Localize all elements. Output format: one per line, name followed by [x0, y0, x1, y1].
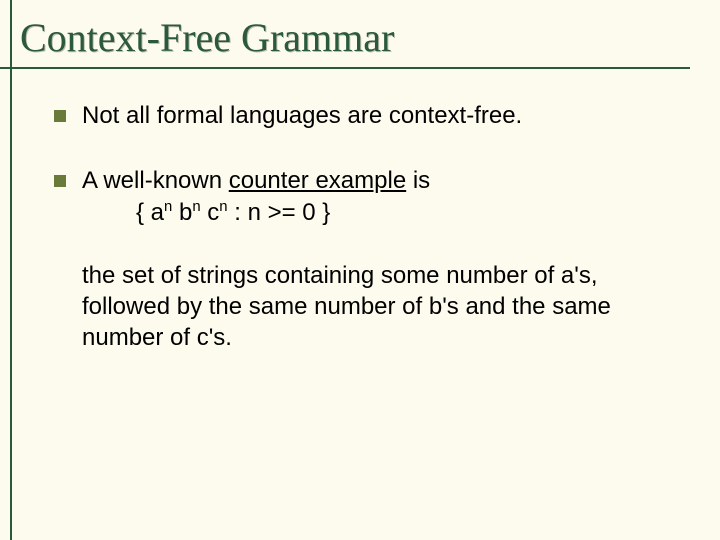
list-item: Not all formal languages are context-fre…: [54, 101, 666, 132]
formula-line: { an bn cn : n >= 0 }: [82, 198, 666, 229]
bullet-2-underlined: counter example: [229, 167, 406, 194]
bullet-2-lead: A well-known: [82, 167, 229, 194]
title-underline: [0, 67, 690, 69]
formula-sup: n: [219, 199, 227, 215]
slide-title: Context-Free Grammar: [20, 14, 700, 61]
formula-part: c: [201, 199, 220, 226]
left-rule: [10, 0, 12, 540]
formula-part: b: [172, 199, 192, 226]
bullet-2-tail: is: [406, 167, 430, 194]
square-bullet-icon: [54, 175, 66, 187]
bullet-2-body: A well-known counter example is { an bn …: [82, 166, 666, 354]
slide-body: Not all formal languages are context-fre…: [0, 75, 720, 353]
title-area: Context-Free Grammar: [0, 0, 720, 75]
formula-part: { a: [136, 199, 164, 226]
formula-part: : n >= 0 }: [228, 199, 331, 226]
bullet-2-paragraph: the set of strings containing some numbe…: [82, 261, 666, 353]
square-bullet-icon: [54, 110, 66, 122]
formula-sup: n: [192, 199, 200, 215]
list-item: A well-known counter example is { an bn …: [54, 166, 666, 354]
bullet-1-text: Not all formal languages are context-fre…: [82, 101, 666, 132]
